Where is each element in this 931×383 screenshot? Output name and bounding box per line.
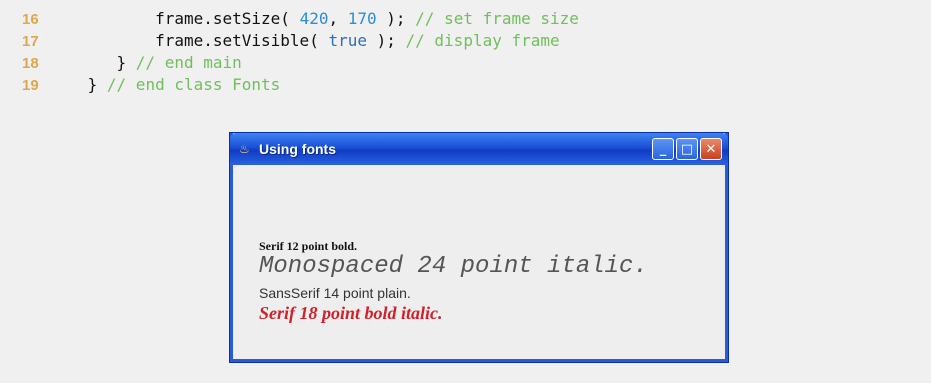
code-comment: // end main	[135, 53, 242, 72]
code-line-17: 17 frame.setVisible( true ); // display …	[22, 30, 579, 52]
code-comment: // set frame size	[415, 9, 579, 28]
code-text: );	[366, 31, 406, 50]
line-number: 18	[22, 55, 39, 72]
code-text: }	[78, 75, 107, 94]
code-keyword: true	[328, 31, 367, 50]
code-number: 170	[347, 9, 377, 28]
line-number: 17	[22, 33, 39, 50]
fonts-window: ♨ Using fonts _ □ ✕ Serif 12 point bold.…	[230, 133, 728, 362]
line-number: 16	[22, 11, 39, 28]
minimize-button[interactable]: _	[652, 138, 674, 160]
maximize-button[interactable]: □	[676, 138, 698, 160]
line-number: 19	[22, 77, 39, 94]
code-text: frame.setSize(	[78, 9, 300, 28]
window-title: Using fonts	[259, 141, 336, 157]
serif-bold-italic-text: Serif 18 point bold italic.	[259, 303, 443, 323]
code-text: }	[78, 53, 136, 72]
code-comment: // display frame	[405, 31, 560, 50]
code-text: frame.setVisible(	[78, 31, 329, 50]
close-icon: ✕	[705, 141, 717, 157]
serif-bold-text: Serif 12 point bold.	[259, 239, 358, 253]
code-comment: // end class Fonts	[106, 75, 281, 94]
close-button[interactable]: ✕	[700, 138, 722, 160]
code-line-19: 19 } // end class Fonts	[22, 74, 579, 96]
code-text: );	[376, 9, 416, 28]
window-controls: _ □ ✕	[652, 138, 722, 160]
code-line-16: 16 frame.setSize( 420, 170 ); // set fra…	[22, 8, 579, 30]
code-text: ,	[328, 9, 348, 28]
java-cup-icon[interactable]: ♨	[239, 143, 251, 155]
minimize-icon: _	[659, 141, 667, 157]
code-listing: 16 frame.setSize( 420, 170 ); // set fra…	[22, 8, 579, 96]
window-titlebar[interactable]: ♨ Using fonts _ □ ✕	[230, 133, 728, 165]
code-line-18: 18 } // end main	[22, 52, 579, 74]
monospaced-italic-text: Monospaced 24 point italic.	[259, 253, 648, 280]
code-number: 420	[299, 9, 329, 28]
sansserif-plain-text: SansSerif 14 point plain.	[259, 285, 411, 301]
maximize-icon: □	[680, 141, 694, 157]
window-client-area: Serif 12 point bold. Monospaced 24 point…	[233, 165, 725, 359]
